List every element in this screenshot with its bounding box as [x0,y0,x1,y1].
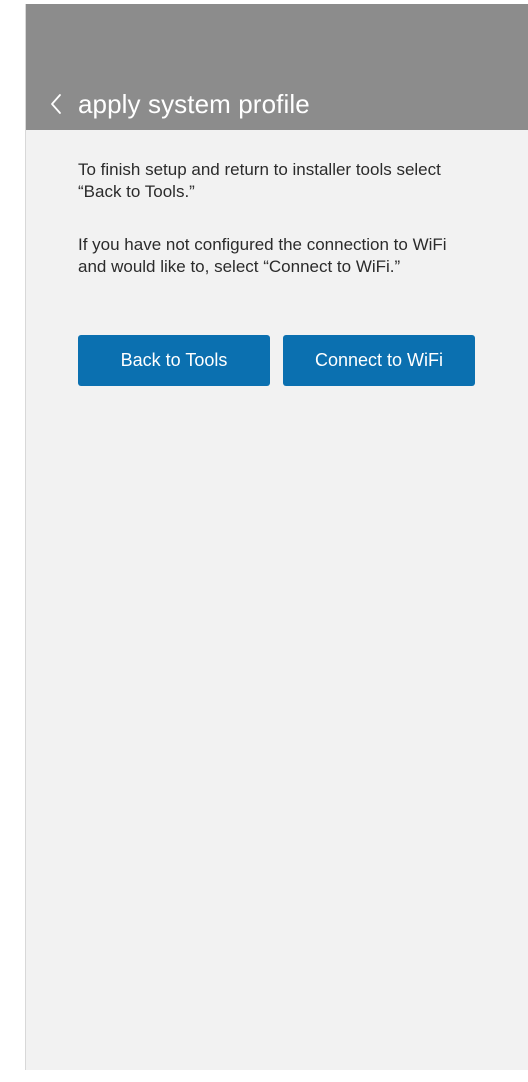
back-button[interactable] [36,78,76,130]
app-frame: apply system profile To finish setup and… [25,4,528,1070]
header-bar: apply system profile [26,78,528,130]
instruction-text-wifi: If you have not configured the connectio… [78,235,447,276]
screen: apply system profile To finish setup and… [0,0,528,1082]
connect-to-wifi-button[interactable]: Connect to WiFi [283,335,475,386]
chevron-left-icon [51,94,61,114]
app-header: apply system profile [26,4,528,130]
instruction-text-tools: To finish setup and return to installer … [78,160,441,201]
page-title: apply system profile [78,88,310,119]
back-to-tools-button[interactable]: Back to Tools [78,335,270,386]
